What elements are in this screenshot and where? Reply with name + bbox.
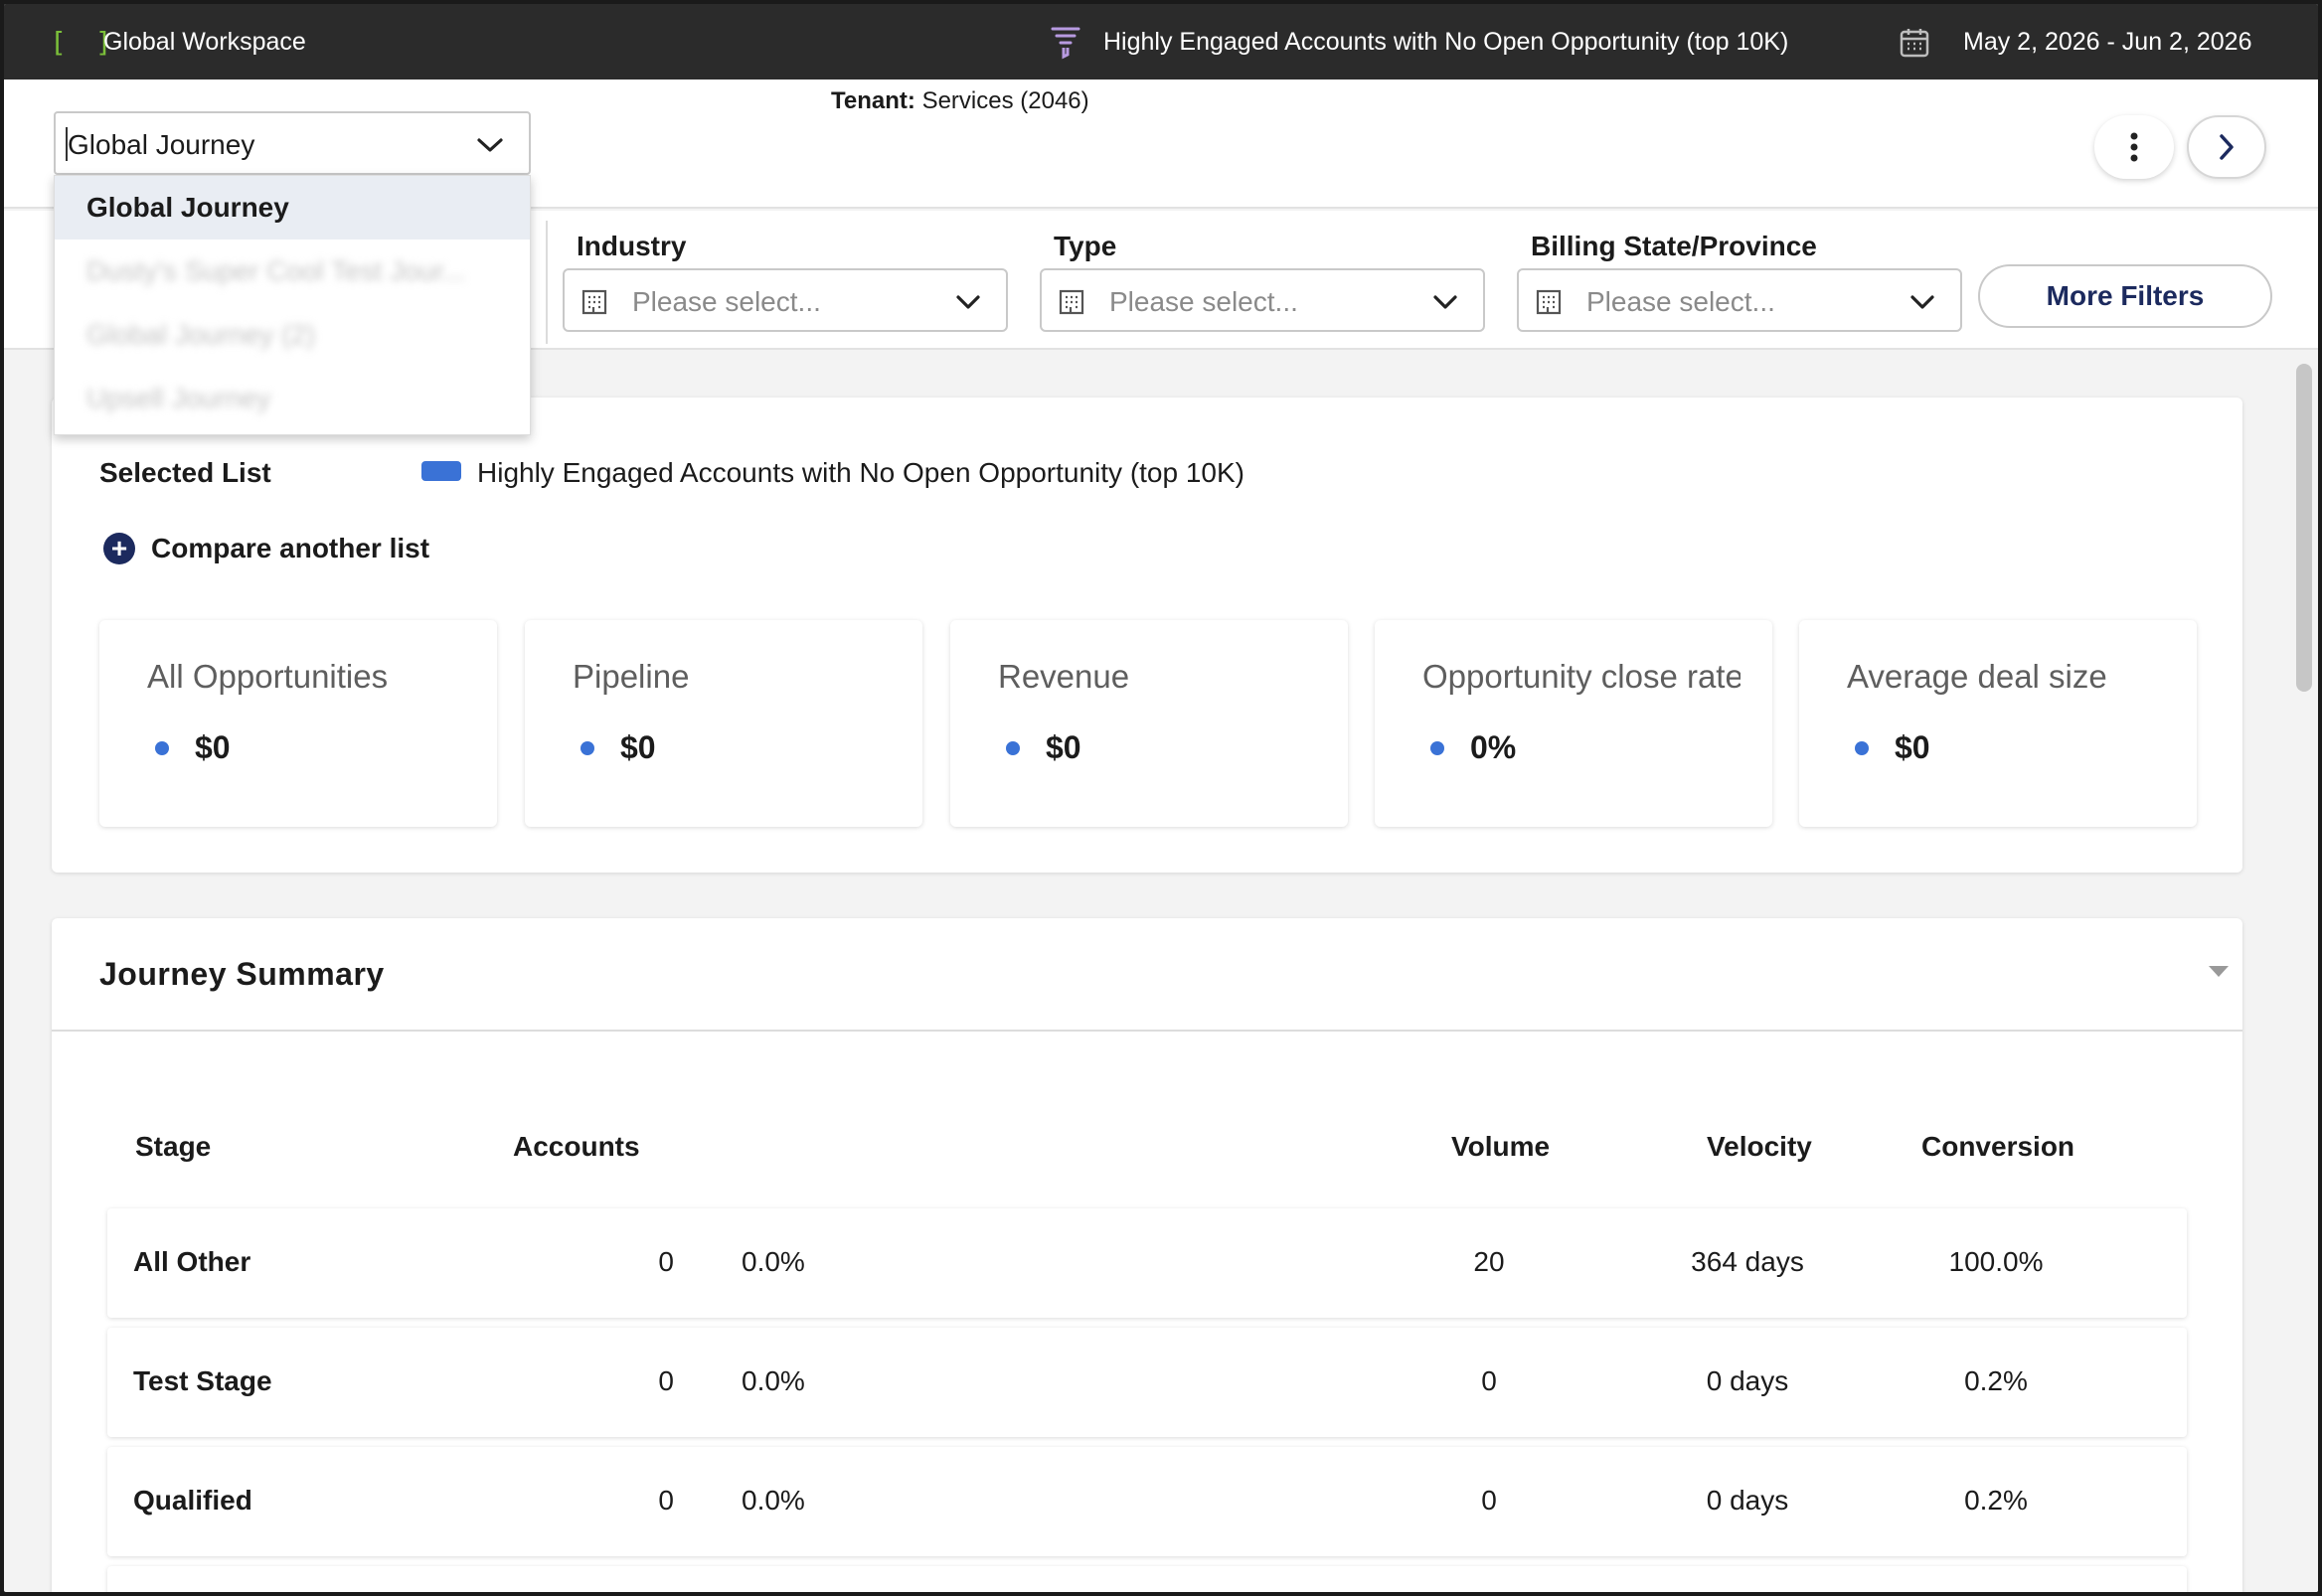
- metric-value: $0: [195, 729, 231, 765]
- selected-list-card: Selected List Highly Engaged Accounts wi…: [52, 398, 2242, 873]
- journey-select[interactable]: Global Journey: [54, 111, 531, 175]
- metric-value: $0: [620, 729, 656, 765]
- cell-accounts-percent: 0.0%: [742, 1365, 805, 1396]
- tenant-label: Tenant:: [831, 87, 915, 114]
- date-range[interactable]: May 2, 2026 - Jun 2, 2026: [1963, 28, 2251, 57]
- cell-accounts-percent: 0.0%: [742, 1485, 805, 1516]
- cell-conversion: 0.2%: [1964, 1485, 2028, 1516]
- journey-option[interactable]: Upsell Journey: [55, 367, 530, 430]
- journey-summary-card: Journey Summary Stage Accounts Volume Ve…: [52, 918, 2242, 1592]
- series-dot: [580, 741, 594, 755]
- cell-conversion: 100.0%: [1948, 1246, 2044, 1277]
- more-options-button[interactable]: [2094, 115, 2174, 179]
- cell-velocity: 0 days: [1706, 1365, 1789, 1396]
- industry-select[interactable]: Please select...: [563, 268, 1008, 332]
- section-title: Journey Summary: [99, 956, 385, 992]
- type-label: Type: [1054, 231, 1117, 261]
- billing-state-placeholder: Please select...: [1586, 286, 1775, 317]
- cell-stage: All Other: [133, 1246, 251, 1277]
- next-button[interactable]: [2187, 115, 2266, 179]
- cell-stage: Test Stage: [133, 1365, 272, 1396]
- cell-accounts: 0: [658, 1246, 674, 1277]
- compare-list-label: Compare another list: [151, 533, 430, 563]
- section-divider: [52, 1030, 2242, 1032]
- more-filters-button[interactable]: More Filters: [1978, 264, 2272, 328]
- scrollbar-thumb[interactable]: [2296, 364, 2312, 692]
- metric-card-all-opportunities: All Opportunities $0: [99, 620, 497, 827]
- journey-option[interactable]: Global Journey: [55, 176, 530, 239]
- cell-velocity: 0 days: [1706, 1485, 1789, 1516]
- billing-state-label: Billing State/Province: [1531, 231, 1817, 261]
- tenant-value: Services (2046): [921, 87, 1089, 114]
- calendar-icon: [1900, 29, 1929, 58]
- selected-list-label: Selected List: [99, 457, 271, 488]
- text-cursor: [66, 127, 68, 161]
- column-header-volume[interactable]: Volume: [1451, 1131, 1550, 1163]
- collapse-caret-icon[interactable]: [2209, 966, 2229, 977]
- metric-card-close-rate: Opportunity close rate 0%: [1375, 620, 1772, 827]
- vertical-dots-icon: [2130, 132, 2138, 162]
- top-bar: [ ] Global Workspace Highly Engaged Acco…: [4, 4, 2318, 80]
- cell-volume: 0: [1481, 1485, 1497, 1516]
- metric-value: 0%: [1470, 729, 1517, 765]
- cell-accounts-percent: 0.0%: [742, 1246, 805, 1277]
- chevron-right-icon: [2220, 134, 2234, 160]
- table-row[interactable]: All Other 0 0.0% 20 364 days 100.0%: [107, 1208, 2187, 1318]
- chevron-down-icon: [956, 295, 980, 309]
- cell-stage: Qualified: [133, 1485, 252, 1516]
- filter-divider: [546, 221, 548, 344]
- metric-value: $0: [1895, 729, 1930, 765]
- metric-title: Average deal size: [1847, 658, 2107, 695]
- journey-dropdown-menu: Global Journey Dusty's Super Cool Test J…: [54, 175, 531, 435]
- funnel-icon: [1051, 27, 1080, 60]
- cell-velocity: 364 days: [1691, 1246, 1804, 1277]
- metric-title: Pipeline: [573, 658, 690, 695]
- series-dot: [1430, 741, 1444, 755]
- series-dot: [1855, 741, 1869, 755]
- table-row[interactable]: Test Stage 0 0.0% 0 0 days 0.2%: [107, 1328, 2187, 1437]
- metric-card-average-deal-size: Average deal size $0: [1799, 620, 2197, 827]
- metric-card-pipeline: Pipeline $0: [525, 620, 922, 827]
- metric-value: $0: [1046, 729, 1081, 765]
- series-dot: [155, 741, 169, 755]
- column-header-velocity[interactable]: Velocity: [1707, 1131, 1812, 1163]
- selected-list-title[interactable]: Highly Engaged Accounts with No Open Opp…: [1103, 28, 1788, 57]
- list-color-swatch: [421, 461, 461, 481]
- building-icon: [1536, 289, 1562, 315]
- app-window: [ ] Global Workspace Highly Engaged Acco…: [4, 4, 2318, 1592]
- type-select[interactable]: Please select...: [1040, 268, 1485, 332]
- building-icon: [1059, 289, 1084, 315]
- column-header-accounts[interactable]: Accounts: [513, 1131, 640, 1163]
- metric-title: All Opportunities: [147, 658, 389, 695]
- metric-title: Opportunity close rate: [1422, 658, 1741, 695]
- cell-conversion: 0.2%: [1964, 1365, 2028, 1396]
- metric-title: Revenue: [998, 658, 1130, 695]
- table-row[interactable]: Qualified 0 0.0% 0 0 days 0.2%: [107, 1447, 2187, 1556]
- building-icon: [581, 289, 607, 315]
- metric-card-revenue: Revenue $0: [950, 620, 1348, 827]
- journey-option[interactable]: Dusty's Super Cool Test Jour...: [55, 239, 530, 303]
- chevron-down-icon: [477, 138, 503, 152]
- type-placeholder: Please select...: [1109, 286, 1298, 317]
- journey-select-value[interactable]: Global Journey: [68, 129, 254, 161]
- table-row[interactable]: [107, 1566, 2187, 1592]
- industry-label: Industry: [577, 231, 687, 261]
- column-header-conversion[interactable]: Conversion: [1921, 1131, 2074, 1163]
- column-header-stage[interactable]: Stage: [135, 1131, 211, 1163]
- cell-volume: 20: [1473, 1246, 1505, 1277]
- tenant-info: Tenant: Services (2046): [831, 87, 1089, 115]
- cell-accounts: 0: [658, 1365, 674, 1396]
- journey-option[interactable]: Global Journey (2): [55, 303, 530, 367]
- plus-circle-icon: +: [103, 533, 135, 564]
- billing-state-select[interactable]: Please select...: [1517, 268, 1962, 332]
- workspace-name[interactable]: Global Workspace: [103, 28, 306, 57]
- chevron-down-icon: [1433, 295, 1457, 309]
- selected-list-name: Highly Engaged Accounts with No Open Opp…: [477, 457, 1244, 488]
- industry-placeholder: Please select...: [632, 286, 821, 317]
- series-dot: [1006, 741, 1020, 755]
- compare-list-button[interactable]: + Compare another list: [103, 533, 429, 564]
- cell-volume: 0: [1481, 1365, 1497, 1396]
- cell-accounts: 0: [658, 1485, 674, 1516]
- chevron-down-icon: [1910, 295, 1934, 309]
